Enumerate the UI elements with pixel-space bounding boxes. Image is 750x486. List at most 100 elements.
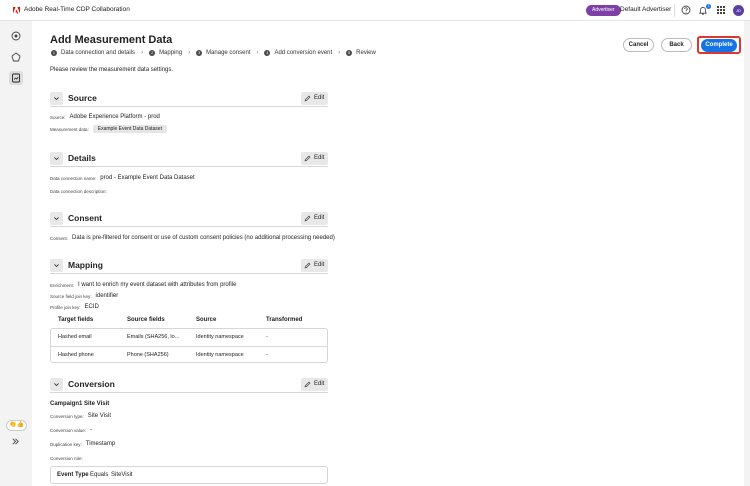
- duplication-key-row: Duplication key: Timestamp: [50, 441, 115, 447]
- step-mapping[interactable]: 2 Mapping: [149, 49, 183, 56]
- collapse-details-button[interactable]: [50, 152, 63, 165]
- pencil-icon: [304, 155, 311, 162]
- edit-source-button[interactable]: Edit: [301, 92, 328, 105]
- table-cell: Phone (SHA256): [127, 352, 169, 358]
- wizard-steps: 1 Data connection and details › 2 Mapping …: [51, 48, 376, 57]
- section-consent-header: Consent Edit: [50, 212, 328, 227]
- section-conversion-header: Conversion Edit: [50, 378, 328, 393]
- apps-grid-icon[interactable]: [716, 5, 726, 15]
- profile-join-key-value: ECID: [84, 304, 99, 310]
- notification-count-badge: 1: [706, 4, 711, 9]
- table-cell: Hashed email: [58, 334, 92, 340]
- column-header: Source fields: [127, 317, 165, 323]
- expand-rail-icon[interactable]: [11, 437, 20, 446]
- connection-description-row: Data connection description:: [50, 189, 111, 194]
- collapse-source-button[interactable]: [50, 92, 63, 105]
- collapse-consent-button[interactable]: [50, 212, 63, 225]
- pencil-icon: [304, 262, 311, 269]
- dataset-tag: Example Event Data Dataset: [92, 125, 167, 133]
- chevron-down-icon: [54, 217, 59, 221]
- step-number: 5: [346, 49, 353, 56]
- conversion-value-value: -: [90, 427, 93, 433]
- rail-item-measurement[interactable]: [9, 71, 23, 85]
- step-number: 1: [51, 49, 57, 56]
- section-title: Details: [68, 153, 96, 163]
- back-button[interactable]: Back: [661, 38, 692, 52]
- rail-item-connections[interactable]: [9, 50, 23, 64]
- conversion-value-row: Conversion value: -: [50, 427, 92, 433]
- chevron-down-icon: [54, 264, 59, 268]
- conversion-rule-box: Event Type Equals SiteVisit: [50, 466, 328, 484]
- connections-icon: [11, 52, 21, 62]
- section-title: Mapping: [68, 260, 103, 270]
- campaign-title: Campaign1 Site Visit: [50, 401, 110, 407]
- chevron-right-icon: ›: [141, 49, 144, 56]
- complete-button[interactable]: Complete: [701, 39, 737, 52]
- conversion-type-value: Site Visit: [87, 413, 112, 419]
- step-label: Data connection and details: [61, 49, 136, 56]
- edit-conversion-button[interactable]: Edit: [301, 378, 328, 391]
- section-title: Conversion: [68, 379, 115, 389]
- chevron-down-icon: [54, 97, 59, 101]
- chevron-right-icon: ›: [256, 49, 259, 56]
- step-number: 2: [149, 49, 156, 56]
- chevron-right-icon: ›: [338, 49, 341, 56]
- intro-text: Please review the measurement data setti…: [50, 67, 174, 73]
- consent-row: Consent: Data is pre-filtered for consent…: [50, 235, 335, 241]
- advertiser-switcher[interactable]: Default Advertiser: [620, 6, 671, 13]
- advertiser-badge: Advertiser: [586, 5, 621, 16]
- step-add-conversion-event[interactable]: 4 Add conversion event: [264, 49, 332, 56]
- table-row: Hashed email Emails (SHA256, lo... Ident…: [51, 329, 327, 346]
- mapping-table: Hashed email Emails (SHA256, lo... Ident…: [50, 328, 328, 363]
- consent-key: Consent:: [50, 235, 69, 241]
- consent-value: Data is pre-filtered for consent or use …: [72, 235, 335, 241]
- profile-join-key-row: Profile join key: ECID: [50, 304, 99, 310]
- section-title: Source: [68, 93, 97, 103]
- conversion-value-key: Conversion value:: [50, 427, 87, 433]
- step-label: Manage consent: [206, 49, 251, 56]
- column-header: Target fields: [58, 317, 94, 323]
- rule-value: SiteVisit: [111, 472, 133, 478]
- rule-field: Event Type: [57, 472, 89, 478]
- rail-item-overview[interactable]: [9, 29, 23, 43]
- adobe-logo-icon: [13, 7, 20, 14]
- collapse-mapping-button[interactable]: [50, 259, 63, 272]
- edit-details-button[interactable]: Edit: [301, 152, 328, 165]
- edit-consent-button[interactable]: Edit: [301, 212, 328, 225]
- help-icon[interactable]: [681, 5, 691, 15]
- connection-name-value: prod - Example Event Data Dataset: [100, 175, 195, 181]
- measurement-icon: [12, 73, 20, 83]
- edit-label: Edit: [314, 262, 325, 268]
- overview-icon: [11, 31, 21, 41]
- edit-mapping-button[interactable]: Edit: [301, 259, 328, 272]
- feedback-reactions[interactable]: 👏👍: [6, 420, 27, 431]
- section-mapping-header: Mapping Edit: [50, 259, 328, 274]
- user-avatar[interactable]: JD: [733, 5, 744, 16]
- step-data-connection[interactable]: 1 Data connection and details: [51, 49, 136, 56]
- table-cell: Emails (SHA256, lo...: [127, 334, 180, 340]
- column-header: Source: [196, 317, 217, 323]
- left-rail: 👏👍: [0, 21, 32, 486]
- step-manage-consent[interactable]: 3 Manage consent: [196, 49, 251, 56]
- collapse-conversion-button[interactable]: [50, 378, 63, 391]
- section-source-header: Source Edit: [50, 92, 328, 107]
- main-panel: Add Measurement Data 1 Data connection an…: [32, 21, 744, 486]
- measurement-key: Measurement data:: [50, 126, 89, 132]
- page-title: Add Measurement Data: [50, 34, 173, 46]
- mapping-table-header: Target fields Source fields Source Trans…: [50, 317, 328, 327]
- table-cell: Identity namespace: [196, 352, 244, 358]
- source-row: Source: Adobe Experience Platform - prod: [50, 114, 160, 120]
- step-label: Mapping: [159, 49, 183, 56]
- enrichment-value: I want to enrich my event dataset with a…: [78, 282, 237, 288]
- conversion-rule-row: Conversion rule:: [50, 456, 87, 461]
- profile-join-key-label: Profile join key:: [50, 304, 81, 310]
- step-review[interactable]: 5 Review: [346, 49, 376, 56]
- connection-name-row: Data connection name: prod - Example Even…: [50, 175, 195, 181]
- pencil-icon: [304, 95, 311, 102]
- connection-description-key: Data connection description:: [50, 189, 107, 194]
- section-details-header: Details Edit: [50, 152, 328, 167]
- source-join-key-label: Source field join key:: [50, 293, 92, 299]
- cancel-button[interactable]: Cancel: [623, 38, 654, 52]
- chevron-right-icon: ›: [188, 49, 191, 56]
- chevron-down-icon: [54, 157, 59, 161]
